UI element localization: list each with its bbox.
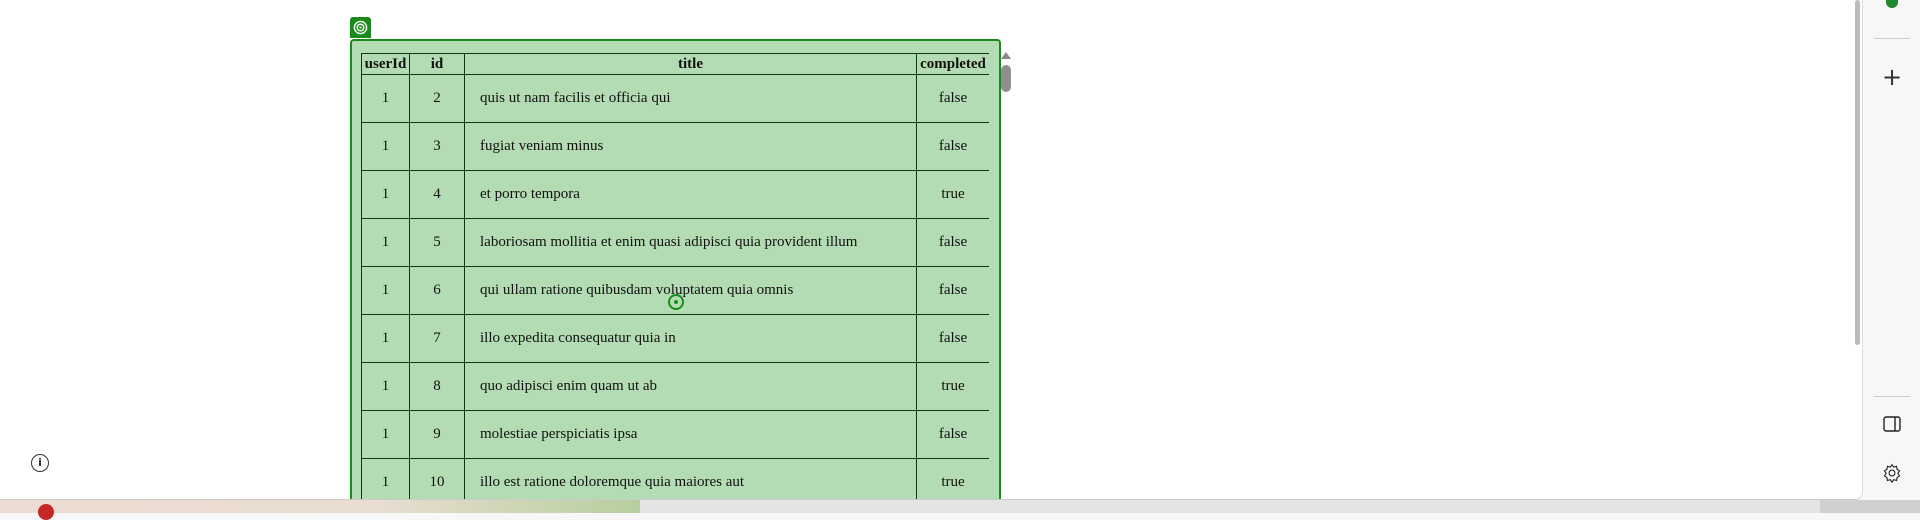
cell-id: 2 [409, 74, 465, 123]
scroll-up-arrow[interactable] [1001, 52, 1011, 59]
cell-id: 10 [409, 458, 465, 499]
table-row: 1 5 laboriosam mollitia et enim quasi adip… [361, 218, 989, 267]
cell-userid: 1 [361, 266, 410, 315]
cell-userid: 1 [361, 362, 410, 411]
cell-title: illo est ratione doloremque quia maiores… [464, 458, 917, 499]
table-row: 1 7 illo expedita consequatur quia in false [361, 314, 989, 363]
info-icon[interactable]: i [31, 454, 49, 472]
table-row: 1 3 fugiat veniam minus false [361, 122, 989, 171]
browser-viewport: i userId id title completed 1 2 quis ut nam f… [0, 0, 1863, 500]
taskbar-tray [1820, 500, 1920, 513]
cell-title: quis ut nam facilis et officia qui [464, 74, 917, 123]
cell-userid: 1 [361, 314, 410, 363]
table-row: 1 8 quo adipisci enim quam ut ab true [361, 362, 989, 411]
cell-userid: 1 [361, 218, 410, 267]
taskbar-window[interactable] [0, 500, 640, 513]
cell-id: 7 [409, 314, 465, 363]
table-row: 1 4 et porro tempora true [361, 170, 989, 219]
cell-userid: 1 [361, 170, 410, 219]
cell-completed: false [916, 314, 989, 363]
cell-id: 4 [409, 170, 465, 219]
taskbar-app-icon[interactable] [38, 504, 54, 520]
taskbar [0, 500, 1920, 520]
cell-title: illo expedita consequatur quia in [464, 314, 917, 363]
cell-id: 6 [409, 266, 465, 315]
cell-userid: 1 [361, 410, 410, 459]
todo-table-container: userId id title completed 1 2 quis ut nam fac… [361, 53, 989, 499]
split-view-icon[interactable] [1878, 410, 1906, 438]
scroll-thumb[interactable] [1001, 65, 1011, 92]
cursor-crosshair-icon [668, 294, 684, 310]
cell-id: 9 [409, 410, 465, 459]
cell-id: 8 [409, 362, 465, 411]
table-row: 1 9 molestiae perspiciatis ipsa false [361, 410, 989, 459]
column-header-title: title [464, 53, 917, 75]
sidebar-divider [1874, 38, 1910, 39]
cell-title: quo adipisci enim quam ut ab [464, 362, 917, 411]
cell-id: 3 [409, 122, 465, 171]
extension-icon[interactable] [1886, 0, 1898, 8]
todo-table: userId id title completed 1 2 quis ut nam fac… [361, 53, 989, 499]
cell-completed: true [916, 458, 989, 499]
cell-userid: 1 [361, 122, 410, 171]
table-row: 1 10 illo est ratione doloremque quia maio… [361, 458, 989, 499]
cell-completed: true [916, 362, 989, 411]
cell-title: laboriosam mollitia et enim quasi adipis… [464, 218, 917, 267]
browser-sidebar: + [1864, 0, 1920, 500]
target-icon [350, 17, 371, 38]
cell-completed: true [916, 170, 989, 219]
cell-title: et porro tempora [464, 170, 917, 219]
gear-icon[interactable] [1878, 459, 1906, 487]
cell-completed: false [916, 410, 989, 459]
cell-completed: false [916, 218, 989, 267]
cell-completed: false [916, 74, 989, 123]
column-header-id: id [409, 53, 465, 75]
table-header-row: userId id title completed [361, 53, 989, 75]
cell-title: molestiae perspiciatis ipsa [464, 410, 917, 459]
column-header-userid: userId [361, 53, 410, 75]
table-row: 1 2 quis ut nam facilis et officia qui fals… [361, 74, 989, 123]
cell-userid: 1 [361, 458, 410, 499]
sidebar-divider [1874, 396, 1910, 397]
cell-userid: 1 [361, 74, 410, 123]
column-header-completed: completed [916, 53, 989, 75]
cell-completed: false [916, 122, 989, 171]
cell-title: qui ullam ratione quibusdam voluptatem q… [464, 266, 917, 315]
page-scrollbar[interactable] [1855, 0, 1860, 345]
add-icon[interactable]: + [1878, 63, 1906, 91]
cell-completed: false [916, 266, 989, 315]
cell-title: fugiat veniam minus [464, 122, 917, 171]
cell-id: 5 [409, 218, 465, 267]
table-scrollbar[interactable] [1001, 52, 1012, 102]
